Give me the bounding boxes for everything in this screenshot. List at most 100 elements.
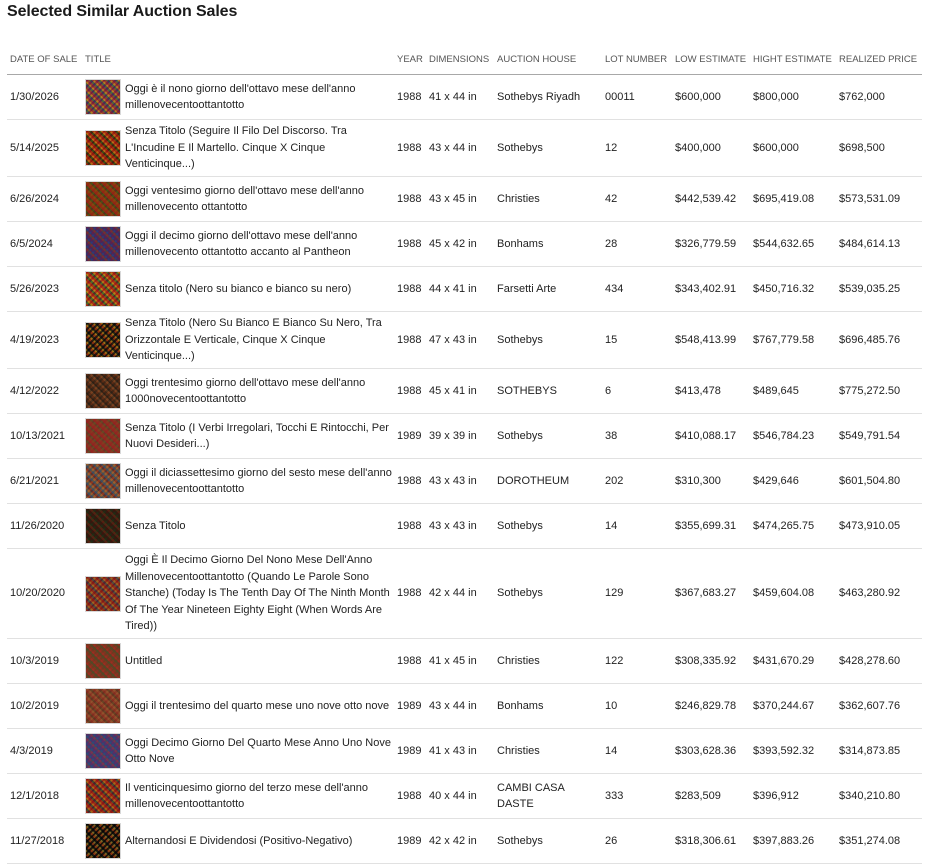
artwork-title[interactable]: Senza Titolo (Seguire Il Filo Del Discor… bbox=[125, 123, 394, 173]
table-row[interactable]: 1/30/2026 Oggi è il nono giorno dell'otta… bbox=[7, 74, 922, 120]
header-dimensions[interactable]: DIMENSIONS bbox=[426, 47, 494, 75]
artwork-title[interactable]: Oggi trentesimo giorno dell'ottavo mese … bbox=[125, 375, 394, 408]
auction-house: Sothebys bbox=[494, 503, 602, 549]
low-estimate: $246,829.78 bbox=[672, 683, 750, 729]
artwork-title[interactable]: Oggi è il nono giorno dell'ottavo mese d… bbox=[125, 81, 394, 114]
title-wrapper: Untitled bbox=[85, 643, 394, 679]
title-wrapper: Oggi trentesimo giorno dell'ottavo mese … bbox=[85, 373, 394, 409]
title-wrapper: Oggi il diciassettesimo giorno del sesto… bbox=[85, 463, 394, 499]
title-cell: Oggi il decimo giorno dell'ottavo mese d… bbox=[82, 221, 394, 267]
artwork-dimensions: 43 x 43 in bbox=[426, 503, 494, 549]
header-date-of-sale[interactable]: DATE OF SALE bbox=[7, 47, 82, 75]
artwork-year: 1989 bbox=[394, 683, 426, 729]
title-cell: Oggi è il nono giorno dell'ottavo mese d… bbox=[82, 74, 394, 120]
low-estimate: $318,306.61 bbox=[672, 818, 750, 864]
header-realized-price[interactable]: REALIZED PRICE bbox=[836, 47, 922, 75]
high-estimate: $474,265.75 bbox=[750, 503, 836, 549]
artwork-title[interactable]: Senza Titolo (Nero Su Bianco E Bianco Su… bbox=[125, 315, 394, 365]
artwork-dimensions: 42 x 42 in bbox=[426, 818, 494, 864]
artwork-title[interactable]: Senza Titolo (I Verbi Irregolari, Tocchi… bbox=[125, 420, 394, 453]
auction-house: Sothebys bbox=[494, 413, 602, 459]
artwork-dimensions: 47 x 43 in bbox=[426, 311, 494, 369]
table-row[interactable]: 11/27/2018 Alternandosi E Dividendosi (Po… bbox=[7, 818, 922, 864]
table-row[interactable]: 5/14/2025 Senza Titolo (Seguire Il Filo D… bbox=[7, 119, 922, 177]
realized-price: $428,278.60 bbox=[836, 638, 922, 684]
artwork-year: 1988 bbox=[394, 458, 426, 504]
header-lot-number[interactable]: LOT NUMBER bbox=[602, 47, 672, 75]
table-row[interactable]: 10/13/2021 Senza Titolo (I Verbi Irregola… bbox=[7, 413, 922, 459]
artwork-thumbnail[interactable] bbox=[85, 575, 121, 612]
artwork-thumbnail[interactable] bbox=[85, 688, 121, 724]
artwork-thumbnail[interactable] bbox=[85, 733, 121, 769]
artwork-title[interactable]: Oggi È Il Decimo Giorno Del Nono Mese De… bbox=[125, 552, 394, 635]
artwork-thumbnail[interactable] bbox=[85, 643, 121, 679]
high-estimate: $800,000 bbox=[750, 74, 836, 120]
sale-date: 1/30/2026 bbox=[7, 74, 82, 120]
artwork-title[interactable]: Senza Titolo bbox=[125, 518, 394, 535]
realized-price: $539,035.25 bbox=[836, 266, 922, 312]
artwork-thumbnail[interactable] bbox=[85, 508, 121, 544]
table-row[interactable]: 4/12/2022 Oggi trentesimo giorno dell'ott… bbox=[7, 368, 922, 414]
table-row[interactable]: 11/26/2020 Senza Titolo 1988 43 x 43 in Soth… bbox=[7, 503, 922, 549]
table-row[interactable]: 6/26/2024 Oggi ventesimo giorno dell'otta… bbox=[7, 176, 922, 222]
table-row[interactable]: 6/5/2024 Oggi il decimo giorno dell'ottav… bbox=[7, 221, 922, 267]
header-low-estimate[interactable]: LOW ESTIMATE bbox=[672, 47, 750, 75]
high-estimate: $459,604.08 bbox=[750, 548, 836, 639]
artwork-title[interactable]: Untitled bbox=[125, 653, 394, 670]
title-wrapper: Oggi è il nono giorno dell'ottavo mese d… bbox=[85, 79, 394, 115]
artwork-year: 1988 bbox=[394, 221, 426, 267]
artwork-title[interactable]: Alternandosi E Dividendosi (Positivo-Neg… bbox=[125, 833, 394, 850]
table-row[interactable]: 5/26/2023 Senza titolo (Nero su bianco e … bbox=[7, 266, 922, 312]
header-title[interactable]: TITLE bbox=[82, 47, 394, 75]
artwork-year: 1989 bbox=[394, 728, 426, 774]
artwork-title[interactable]: Senza titolo (Nero su bianco e bianco su… bbox=[125, 281, 394, 298]
table-row[interactable]: 4/3/2019 Oggi Decimo Giorno Del Quarto Me… bbox=[7, 728, 922, 774]
artwork-title[interactable]: Oggi Decimo Giorno Del Quarto Mese Anno … bbox=[125, 735, 394, 768]
auction-house: Bonhams bbox=[494, 683, 602, 729]
table-row[interactable]: 4/19/2023 Senza Titolo (Nero Su Bianco E … bbox=[7, 311, 922, 369]
artwork-thumbnail[interactable] bbox=[85, 823, 121, 859]
lot-number: 00011 bbox=[602, 74, 672, 120]
title-wrapper: Oggi ventesimo giorno dell'ottavo mese d… bbox=[85, 181, 394, 217]
table-row[interactable]: 10/3/2019 Untitled 1988 41 x 45 in Christies… bbox=[7, 638, 922, 684]
artwork-year: 1988 bbox=[394, 773, 426, 819]
artwork-thumbnail[interactable] bbox=[85, 322, 121, 358]
title-wrapper: Senza titolo (Nero su bianco e bianco su… bbox=[85, 271, 394, 307]
sale-date: 11/26/2020 bbox=[7, 503, 82, 549]
realized-price: $463,280.92 bbox=[836, 548, 922, 639]
artwork-title[interactable]: Oggi il diciassettesimo giorno del sesto… bbox=[125, 465, 394, 498]
table-row[interactable]: 6/21/2021 Oggi il diciassettesimo giorno … bbox=[7, 458, 922, 504]
artwork-thumbnail[interactable] bbox=[85, 373, 121, 409]
sale-date: 12/1/2018 bbox=[7, 773, 82, 819]
lot-number: 42 bbox=[602, 176, 672, 222]
table-row[interactable]: 12/1/2018 Il venticinquesimo giorno del t… bbox=[7, 773, 922, 819]
artwork-thumbnail[interactable] bbox=[85, 418, 121, 454]
artwork-dimensions: 43 x 43 in bbox=[426, 458, 494, 504]
artwork-thumbnail[interactable] bbox=[85, 778, 121, 814]
artwork-title[interactable]: Il venticinquesimo giorno del terzo mese… bbox=[125, 780, 394, 813]
realized-price: $549,791.54 bbox=[836, 413, 922, 459]
sale-date: 10/3/2019 bbox=[7, 638, 82, 684]
low-estimate: $600,000 bbox=[672, 74, 750, 120]
artwork-thumbnail[interactable] bbox=[85, 181, 121, 217]
realized-price: $573,531.09 bbox=[836, 176, 922, 222]
artwork-thumbnail[interactable] bbox=[85, 79, 121, 115]
artwork-thumbnail[interactable] bbox=[85, 130, 121, 166]
lot-number: 38 bbox=[602, 413, 672, 459]
artwork-thumbnail[interactable] bbox=[85, 226, 121, 262]
title-cell: Untitled bbox=[82, 638, 394, 684]
title-cell: Oggi trentesimo giorno dell'ottavo mese … bbox=[82, 368, 394, 414]
table-row[interactable]: 10/2/2019 Oggi il trentesimo del quarto m… bbox=[7, 683, 922, 729]
header-year[interactable]: YEAR bbox=[394, 47, 426, 75]
table-row[interactable]: 10/20/2020 Oggi È Il Decimo Giorno Del No… bbox=[7, 548, 922, 639]
artwork-year: 1988 bbox=[394, 548, 426, 639]
artwork-title[interactable]: Oggi il decimo giorno dell'ottavo mese d… bbox=[125, 228, 394, 261]
artwork-thumbnail[interactable] bbox=[85, 463, 121, 499]
artwork-year: 1988 bbox=[394, 176, 426, 222]
artwork-title[interactable]: Oggi ventesimo giorno dell'ottavo mese d… bbox=[125, 183, 394, 216]
header-auction-house[interactable]: AUCTION HOUSE bbox=[494, 47, 602, 75]
artwork-thumbnail[interactable] bbox=[85, 271, 121, 307]
header-high-estimate[interactable]: HIGHT ESTIMATE bbox=[750, 47, 836, 75]
artwork-title[interactable]: Oggi il trentesimo del quarto mese uno n… bbox=[125, 698, 394, 715]
title-wrapper: Oggi il trentesimo del quarto mese uno n… bbox=[85, 688, 394, 724]
